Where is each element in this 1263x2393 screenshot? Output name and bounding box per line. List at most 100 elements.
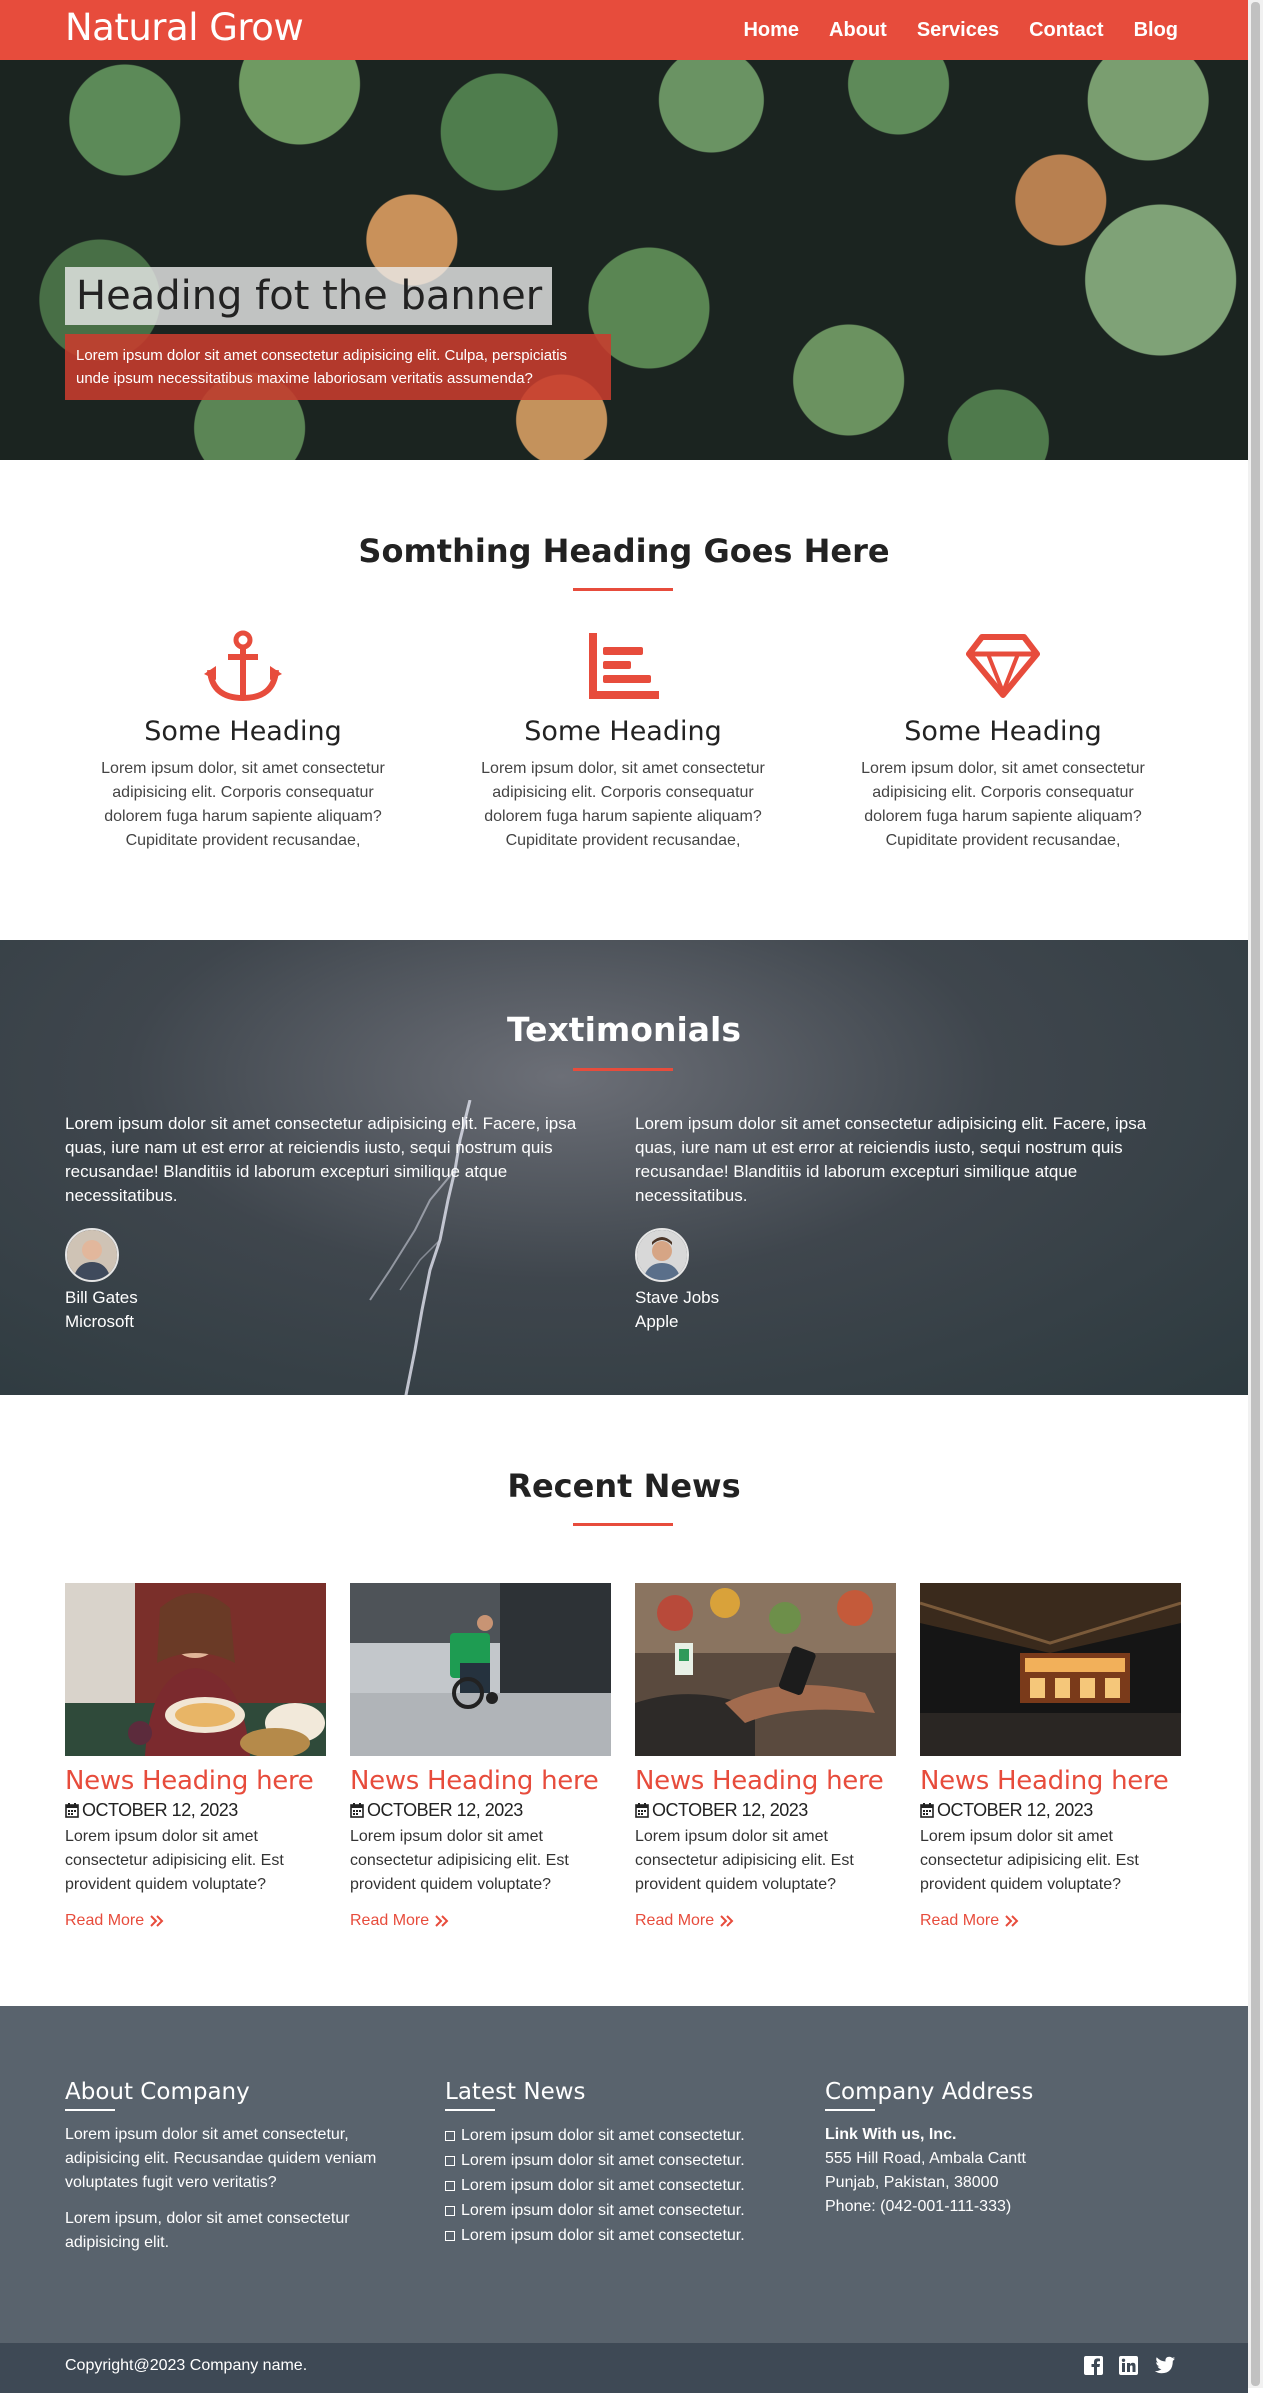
footer-news-item[interactable]: Lorem ipsum dolor sit amet consectetur. xyxy=(445,2148,775,2173)
testimonial-company: Apple xyxy=(635,1312,679,1331)
news-date: OCTOBER 12, 2023 xyxy=(920,1800,1181,1821)
features-section: Somthing Heading Goes Here Some Heading … xyxy=(0,460,1248,940)
address-street: 555 Hill Road, Ambala Cantt xyxy=(825,2150,1026,2167)
feature-heading: Some Heading xyxy=(904,716,1102,747)
footer-title-underline xyxy=(825,2109,875,2111)
calendar-icon xyxy=(65,1803,79,1818)
diamond-icon xyxy=(838,630,1168,702)
double-chevron-right-icon xyxy=(1005,1915,1019,1927)
banner-text: Lorem ipsum dolor sit amet consectetur a… xyxy=(65,334,611,400)
read-more-label: Read More xyxy=(635,1912,715,1929)
news-title-underline xyxy=(573,1523,673,1526)
news-text: Lorem ipsum dolor sit amet consectetur a… xyxy=(920,1828,1139,1893)
avatar xyxy=(65,1228,119,1282)
testimonial-company: Microsoft xyxy=(65,1312,134,1331)
news-card: News Heading here OCTOBER 12, 2023 Lorem… xyxy=(635,1583,896,1930)
footer-latest-news: Latest News Lorem ipsum dolor sit amet c… xyxy=(445,2079,775,2248)
facebook-icon[interactable] xyxy=(1084,2356,1103,2375)
news-card: News Heading here OCTOBER 12, 2023 Lorem… xyxy=(350,1583,611,1930)
news-heading[interactable]: News Heading here xyxy=(350,1766,611,1796)
testimonials-title-underline xyxy=(573,1068,673,1071)
twitter-icon[interactable] xyxy=(1154,2356,1176,2375)
footer-news-text: Lorem ipsum dolor sit amet consectetur. xyxy=(461,2127,745,2144)
news-heading[interactable]: News Heading here xyxy=(920,1766,1181,1796)
footer-title-underline xyxy=(445,2109,495,2111)
news-date-text: OCTOBER 12, 2023 xyxy=(937,1800,1093,1820)
footer-news-item[interactable]: Lorem ipsum dolor sit amet consectetur. xyxy=(445,2123,775,2148)
news-date: OCTOBER 12, 2023 xyxy=(65,1800,326,1821)
footer-about-text: Lorem ipsum dolor sit amet consectetur, … xyxy=(65,2126,377,2191)
news-text: Lorem ipsum dolor sit amet consectetur a… xyxy=(350,1828,569,1893)
features-title-underline xyxy=(573,588,673,591)
news-image[interactable] xyxy=(350,1583,611,1756)
checkbox-icon xyxy=(445,2230,455,2241)
footer-news-list: Lorem ipsum dolor sit amet consectetur. … xyxy=(445,2123,775,2248)
checkbox-icon xyxy=(445,2180,455,2191)
footer-address: Company Address Link With us, Inc. 555 H… xyxy=(825,2079,1155,2219)
address-phone: Phone: (042-001-111-333) xyxy=(825,2198,1012,2215)
calendar-icon xyxy=(350,1803,364,1818)
testimonial-name: Bill Gates xyxy=(65,1288,138,1307)
footer-about-title: About Company xyxy=(65,2079,250,2105)
nav-about-link[interactable]: About xyxy=(829,19,887,42)
news-card: News Heading here OCTOBER 12, 2023 Lorem… xyxy=(65,1583,326,1930)
read-more-label: Read More xyxy=(65,1912,145,1929)
read-more-link[interactable]: Read More xyxy=(350,1912,449,1930)
news-date: OCTOBER 12, 2023 xyxy=(350,1800,611,1821)
scrollbar-thumb[interactable] xyxy=(1251,2,1260,2386)
nav-home-link[interactable]: Home xyxy=(743,19,799,42)
read-more-label: Read More xyxy=(350,1912,430,1929)
read-more-label: Read More xyxy=(920,1912,1000,1929)
testimonial-card: Lorem ipsum dolor sit amet consectetur a… xyxy=(635,1112,1175,1334)
read-more-link[interactable]: Read More xyxy=(920,1912,1019,1930)
feature-card: Some Heading Lorem ipsum dolor, sit amet… xyxy=(838,630,1168,853)
footer-about: About Company Lorem ipsum dolor sit amet… xyxy=(65,2079,395,2255)
feature-card: Some Heading Lorem ipsum dolor, sit amet… xyxy=(458,630,788,853)
hero-banner: Heading fot the banner Lorem ipsum dolor… xyxy=(0,60,1248,460)
copyright-text: Copyright@2023 Company name. xyxy=(65,2357,308,2374)
checkbox-icon xyxy=(445,2205,455,2216)
footer-title-underline xyxy=(65,2109,115,2111)
nav-blog-link[interactable]: Blog xyxy=(1134,19,1178,42)
footer-news-item[interactable]: Lorem ipsum dolor sit amet consectetur. xyxy=(445,2173,775,2198)
testimonial-name: Stave Jobs xyxy=(635,1288,720,1307)
news-text: Lorem ipsum dolor sit amet consectetur a… xyxy=(635,1828,854,1893)
calendar-icon xyxy=(920,1803,934,1818)
feature-text: Lorem ipsum dolor, sit amet consectetur … xyxy=(861,760,1145,849)
footer-news-item[interactable]: Lorem ipsum dolor sit amet consectetur. xyxy=(445,2198,775,2223)
news-heading[interactable]: News Heading here xyxy=(635,1766,896,1796)
news-date-text: OCTOBER 12, 2023 xyxy=(652,1800,808,1820)
testimonials-title: Textimonials xyxy=(507,1010,741,1049)
news-heading[interactable]: News Heading here xyxy=(65,1766,326,1796)
calendar-icon xyxy=(635,1803,649,1818)
footer-about-text: Lorem ipsum, dolor sit amet consectetur … xyxy=(65,2210,350,2251)
linkedin-icon[interactable] xyxy=(1119,2356,1138,2375)
feature-heading: Some Heading xyxy=(144,716,342,747)
news-image[interactable] xyxy=(65,1583,326,1758)
feature-text: Lorem ipsum dolor, sit amet consectetur … xyxy=(101,760,385,849)
read-more-link[interactable]: Read More xyxy=(635,1912,734,1930)
news-text: Lorem ipsum dolor sit amet consectetur a… xyxy=(65,1828,284,1893)
feature-text: Lorem ipsum dolor, sit amet consectetur … xyxy=(481,760,765,849)
checkbox-icon xyxy=(445,2155,455,2166)
address-company: Link With us, Inc. xyxy=(825,2126,957,2143)
avatar xyxy=(635,1228,689,1282)
footer-news-text: Lorem ipsum dolor sit amet consectetur. xyxy=(461,2177,745,2194)
brand-logo[interactable]: Natural Grow xyxy=(65,6,304,49)
news-date-text: OCTOBER 12, 2023 xyxy=(82,1800,238,1820)
testimonial-quote: Lorem ipsum dolor sit amet consectetur a… xyxy=(65,1114,577,1205)
news-image[interactable] xyxy=(919,1583,1182,1756)
bar-chart-icon xyxy=(458,630,788,702)
testimonial-card: Lorem ipsum dolor sit amet consectetur a… xyxy=(65,1112,605,1334)
scrollbar[interactable] xyxy=(1248,0,1263,2388)
read-more-link[interactable]: Read More xyxy=(65,1912,164,1930)
feature-heading: Some Heading xyxy=(524,716,722,747)
footer-address-title: Company Address xyxy=(825,2079,1034,2105)
page: Natural Grow Home About Services Contact… xyxy=(0,0,1248,2393)
footer-news-text: Lorem ipsum dolor sit amet consectetur. xyxy=(461,2202,745,2219)
news-image[interactable] xyxy=(635,1583,896,1756)
nav-contact-link[interactable]: Contact xyxy=(1029,19,1103,42)
news-title: Recent News xyxy=(507,1467,741,1505)
footer-news-item[interactable]: Lorem ipsum dolor sit amet consectetur. xyxy=(445,2223,775,2248)
nav-services-link[interactable]: Services xyxy=(917,19,999,42)
